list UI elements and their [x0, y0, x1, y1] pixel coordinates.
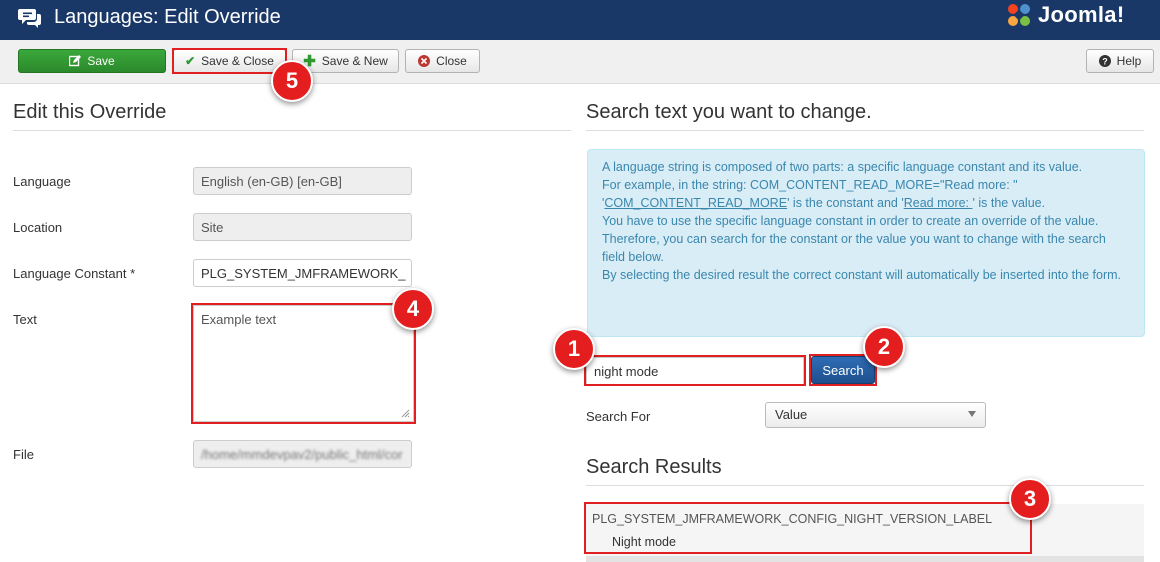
info-value-example: Read more: — [903, 196, 973, 210]
callout-badge: 4 — [392, 288, 434, 330]
callout-badge: 2 — [863, 326, 905, 368]
svg-text:?: ? — [1102, 57, 1108, 67]
highlight-frame-text — [191, 303, 416, 424]
file-path-value: /home/mmdevpav2/public_html/cor — [201, 447, 403, 462]
file-field: /home/mmdevpav2/public_html/cor — [193, 440, 412, 468]
next-result-item[interactable] — [586, 556, 1144, 562]
edit-override-heading: Edit this Override — [13, 101, 167, 123]
info-alert: A language string is composed of two par… — [587, 149, 1145, 337]
info-line: For example, in the string: COM_CONTENT_… — [602, 178, 1018, 192]
right-divider — [586, 130, 1144, 131]
language-label: Language — [13, 174, 71, 189]
highlight-frame-result — [584, 502, 1032, 554]
question-icon: ? — [1098, 55, 1111, 67]
info-constant-example: COM_CONTENT_READ_MORE — [604, 196, 788, 210]
callout-badge: 3 — [1009, 478, 1051, 520]
close-label: Close — [436, 54, 467, 68]
info-line: 'COM_CONTENT_READ_MORE' is the constant … — [602, 194, 1130, 212]
brand-wordmark: Joomla! — [1038, 2, 1125, 27]
location-label: Location — [13, 220, 63, 235]
close-button[interactable]: Close — [405, 49, 480, 73]
top-header: Languages: Edit Override Joomla! — [0, 0, 1160, 40]
cancel-icon — [418, 55, 431, 67]
search-for-label: Search For — [586, 409, 651, 424]
save-new-label: Save & New — [321, 54, 388, 68]
text-label: Text — [13, 312, 37, 327]
language-constant-input[interactable]: PLG_SYSTEM_JMFRAMEWORK_ — [193, 259, 412, 287]
joomla-brand: Joomla! — [1004, 0, 1124, 30]
search-for-value: Value — [775, 407, 808, 422]
location-field: Site — [193, 213, 412, 241]
help-label: Help — [1116, 54, 1142, 68]
language-field: English (en-GB) [en-GB] — [193, 167, 412, 195]
help-button[interactable]: ? Help — [1086, 49, 1154, 73]
info-line: Therefore, you can search for the consta… — [602, 232, 1106, 264]
save-label: Save — [87, 54, 115, 68]
highlight-frame-search-input — [584, 355, 806, 386]
info-text: ' is the constant and ' — [787, 196, 904, 210]
info-line: By selecting the desired result the corr… — [602, 268, 1122, 282]
language-constant-label: Language Constant * — [13, 266, 136, 281]
chevron-down-icon — [968, 411, 976, 417]
highlight-frame-save-close — [172, 48, 287, 74]
info-text: ' is the value. — [972, 196, 1046, 210]
file-label: File — [13, 447, 34, 462]
results-divider — [586, 485, 1144, 486]
edit-icon — [69, 55, 82, 67]
search-results-heading: Search Results — [586, 456, 722, 478]
info-line: You have to use the specific language co… — [602, 214, 1099, 228]
info-line: A language string is composed of two par… — [602, 160, 1083, 174]
search-for-select[interactable]: Value — [765, 402, 986, 428]
callout-badge: 5 — [271, 60, 313, 102]
comments-icon — [18, 9, 41, 28]
callout-badge: 1 — [553, 328, 595, 370]
left-divider — [13, 130, 571, 131]
search-heading: Search text you want to change. — [586, 101, 872, 123]
save-button[interactable]: Save — [18, 49, 166, 73]
page-title: Languages: Edit Override — [54, 6, 281, 28]
joomla-logo-icon — [1008, 4, 1030, 26]
